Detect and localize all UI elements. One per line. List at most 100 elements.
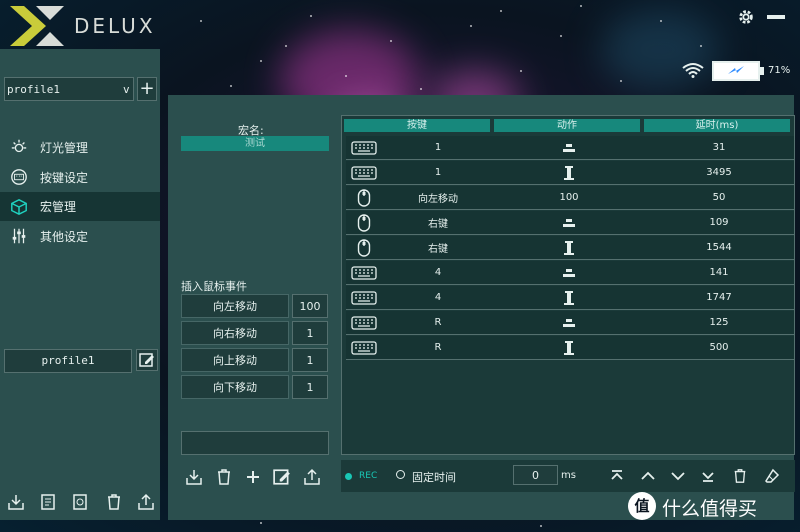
- key-release-icon: [494, 236, 644, 259]
- fixed-time-input[interactable]: 0: [513, 465, 558, 485]
- charging-bolt-icon: [728, 66, 744, 74]
- delay-cell: 1544: [706, 242, 732, 253]
- insert-move-down-button[interactable]: 向下移动: [181, 375, 289, 399]
- sidebar-item-label: 灯光管理: [40, 140, 89, 155]
- macro-list-field[interactable]: [181, 431, 329, 455]
- minimize-button[interactable]: [767, 15, 785, 19]
- sliders-icon: [10, 227, 28, 245]
- sidebar-item-keys[interactable]: 按键设定: [0, 163, 160, 191]
- insert-event-label: 向左移动: [213, 300, 257, 313]
- delay-cell: 31: [712, 142, 726, 153]
- mouse-icon: [346, 186, 382, 209]
- key-release-icon: [494, 286, 644, 309]
- watermark-text: 什么值得买: [662, 498, 758, 520]
- sidebar-item-other[interactable]: 其他设定: [0, 222, 160, 250]
- insert-event-label: 向下移动: [213, 381, 257, 394]
- copy-profile-button[interactable]: [70, 492, 90, 512]
- key-cell: 右键: [428, 219, 448, 230]
- table-row[interactable]: 向左移动 100 50: [346, 186, 794, 210]
- sidebar-item-macro[interactable]: 宏管理: [0, 192, 160, 221]
- action-cell: 100: [559, 192, 579, 203]
- delay-cell: 500: [709, 342, 729, 353]
- key-cell: 向左移动: [418, 194, 458, 205]
- trash-icon: [734, 469, 746, 483]
- keyboard-icon: [346, 161, 382, 184]
- plus-icon: [247, 471, 259, 483]
- settings-button[interactable]: [737, 8, 755, 26]
- move-left-value[interactable]: 100: [292, 294, 328, 318]
- sidebar-item-lighting[interactable]: 灯光管理: [0, 133, 160, 161]
- watermark: 值 什么值得买: [628, 492, 798, 520]
- sidebar-item-label: 宏管理: [40, 200, 77, 214]
- fixed-time-radio[interactable]: 固定时间: [396, 468, 476, 484]
- delete-macro-button[interactable]: [214, 467, 234, 487]
- export-profile-button[interactable]: [136, 492, 156, 512]
- move-down-value-text: 1: [306, 380, 314, 394]
- macro-name-value: 测试: [245, 138, 265, 149]
- move-right-value[interactable]: 1: [292, 321, 328, 345]
- chevron-down-icon: v: [123, 83, 130, 96]
- table-row[interactable]: R 500: [346, 336, 794, 360]
- insert-move-up-button[interactable]: 向上移动: [181, 348, 289, 372]
- profile-dropdown[interactable]: profile1 v: [4, 77, 134, 101]
- insert-mouse-label: 插入鼠标事件: [181, 280, 247, 293]
- delay-cell: 3495: [706, 167, 732, 178]
- clear-events-button[interactable]: [762, 466, 782, 486]
- rename-profile-button[interactable]: [136, 349, 158, 371]
- brand-name: DELUX: [74, 14, 156, 38]
- battery-indicator: [712, 61, 764, 81]
- profile-name-value: profile1: [41, 354, 95, 367]
- move-to-top-button[interactable]: [607, 466, 627, 486]
- macro-panel: 宏名: 测试 插入鼠标事件 向左移动 100 向右移动 1 向上移动 1 向下移…: [168, 95, 795, 520]
- wifi-icon: [681, 62, 705, 78]
- fixed-time-value: 0: [532, 468, 539, 482]
- move-up-button[interactable]: [638, 466, 658, 486]
- table-row[interactable]: 1 31: [346, 136, 794, 160]
- insert-move-left-button[interactable]: 向左移动: [181, 294, 289, 318]
- macro-name-field[interactable]: 测试: [181, 136, 329, 151]
- delete-profile-button[interactable]: [104, 492, 124, 512]
- move-down-button[interactable]: [668, 466, 688, 486]
- edit-icon: [273, 469, 290, 485]
- record-bar: REC 固定时间 0 ms: [341, 460, 795, 492]
- key-cell: 4: [434, 267, 442, 278]
- table-row[interactable]: 右键 1544: [346, 236, 794, 260]
- rec-dot-icon: [345, 473, 352, 480]
- move-up-value-text: 1: [306, 353, 314, 367]
- save-profile-button[interactable]: [38, 492, 58, 512]
- key-release-icon: [494, 336, 644, 359]
- move-to-bottom-button[interactable]: [698, 466, 718, 486]
- table-row[interactable]: R 125: [346, 311, 794, 335]
- import-icon: [8, 495, 24, 510]
- key-cell: 4: [434, 292, 442, 303]
- export-macro-button[interactable]: [302, 467, 322, 487]
- profile-name-field[interactable]: profile1: [4, 349, 132, 373]
- keyboard-icon: [346, 261, 382, 284]
- delay-cell: 50: [712, 192, 726, 203]
- sidebar: profile1 v + 灯光管理 按键设定 宏管理 其他设定 profile1: [0, 49, 160, 520]
- rename-macro-button[interactable]: [272, 467, 292, 487]
- delete-event-button[interactable]: [730, 466, 750, 486]
- macro-event-table: 按键 动作 延时(ms) 1 31 1 3495 向左移动 100 50 右键 109 右键 154…: [341, 115, 795, 455]
- add-macro-button[interactable]: [243, 467, 263, 487]
- key-cell: 1: [434, 142, 442, 153]
- table-row[interactable]: 右键 109: [346, 211, 794, 235]
- key-press-icon: [494, 261, 644, 284]
- key-cell: R: [434, 317, 442, 328]
- table-row[interactable]: 4 1747: [346, 286, 794, 310]
- sidebar-item-label: 其他设定: [40, 229, 89, 244]
- move-up-value[interactable]: 1: [292, 348, 328, 372]
- fixed-time-label: 固定时间: [412, 471, 456, 484]
- table-row[interactable]: 1 3495: [346, 161, 794, 185]
- import-profile-button[interactable]: [6, 492, 26, 512]
- delay-cell: 125: [709, 317, 729, 328]
- import-macro-button[interactable]: [184, 467, 204, 487]
- rec-indicator[interactable]: REC: [345, 471, 395, 483]
- move-down-value[interactable]: 1: [292, 375, 328, 399]
- eraser-icon: [765, 468, 780, 483]
- move-top-icon: [611, 470, 623, 480]
- add-profile-button[interactable]: +: [137, 77, 157, 101]
- insert-move-right-button[interactable]: 向右移动: [181, 321, 289, 345]
- key-cell: 右键: [428, 244, 448, 255]
- table-row[interactable]: 4 141: [346, 261, 794, 285]
